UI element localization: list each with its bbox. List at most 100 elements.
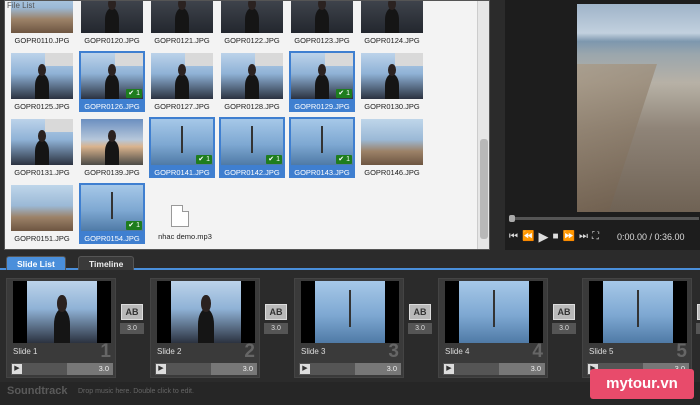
play-icon[interactable]: ▶ [538, 230, 548, 243]
file-item[interactable]: GOPR0128.JPG [219, 51, 285, 113]
file-item[interactable]: ✔ 1 GOPR0143.JPG [289, 117, 355, 179]
file-item[interactable]: ✔ 1 GOPR0154.JPG [79, 183, 145, 245]
file-item[interactable]: GOPR0139.JPG [79, 117, 145, 179]
file-thumbnail [221, 1, 283, 33]
transition-icon[interactable]: AB [265, 304, 287, 320]
file-thumbnail-frame [289, 1, 355, 35]
file-item[interactable]: GOPR0120.JPG [79, 1, 145, 47]
file-item[interactable]: GOPR0125.JPG [9, 51, 75, 113]
file-name: GOPR0124.JPG [364, 36, 420, 45]
soundtrack-hint: Drop music here. Double click to edit. [78, 388, 194, 395]
slide-duration[interactable]: 3.0 [211, 363, 257, 375]
file-thumbnail [361, 119, 423, 165]
file-thumbnail [11, 119, 73, 165]
slide-play-icon[interactable]: ▶ [12, 364, 22, 374]
playback-progress-knob[interactable] [509, 215, 515, 222]
slide-card[interactable]: Slide 3 3 ▶ 3.0 [294, 278, 404, 378]
file-thumbnail-frame [9, 183, 75, 233]
file-thumbnail [151, 1, 213, 33]
file-name: GOPR0123.JPG [294, 36, 350, 45]
slide-card[interactable]: Slide 1 1 ▶ 3.0 [6, 278, 116, 378]
file-item[interactable]: ✔ 1 GOPR0126.JPG [79, 51, 145, 113]
check-icon: ✔ 1 [126, 221, 142, 230]
file-name: GOPR0154.JPG [79, 233, 145, 244]
slide-number: 5 [676, 341, 687, 362]
slide-duration[interactable]: 3.0 [499, 363, 545, 375]
file-item[interactable]: GOPR0151.JPG [9, 183, 75, 245]
tab-timeline[interactable]: Timeline [78, 256, 135, 270]
file-name: GOPR0139.JPG [84, 168, 140, 177]
transition-button[interactable]: AB3.0 [696, 304, 700, 336]
file-thumbnail-frame [149, 183, 215, 233]
file-list-panel: GOPR0110.JPG GOPR0120.JPG GOPR0121.JPG GOPR… [4, 0, 490, 250]
file-name: GOPR0143.JPG [289, 167, 355, 178]
file-thumbnail [11, 53, 73, 99]
file-item[interactable]: GOPR0127.JPG [149, 51, 215, 113]
file-list-scrollbar-thumb[interactable] [480, 139, 488, 239]
slide-title: Slide 1 [13, 347, 38, 356]
file-thumbnail-frame [9, 51, 75, 101]
file-thumbnail-frame [359, 117, 425, 167]
skip-forward-icon[interactable]: ⏭ [579, 232, 588, 242]
rewind-icon[interactable]: ⏪ [522, 232, 534, 242]
preview-panel: ⏮ ⏪ ▶ ■ ⏩ ⏭ ⛶ 0:00.00 / 0:36.00 [505, 0, 700, 250]
transition-button[interactable]: AB 3.0 [552, 304, 576, 336]
slide-duration[interactable]: 3.0 [67, 363, 113, 375]
skip-back-icon[interactable]: ⏮ [509, 232, 518, 242]
transition-icon[interactable]: AB [121, 304, 143, 320]
slide-thumbnail [445, 281, 543, 343]
file-item[interactable]: GOPR0131.JPG [9, 117, 75, 179]
transition-duration[interactable]: 3.0 [552, 323, 576, 334]
file-item-audio[interactable]: nhac demo.mp3 [149, 183, 215, 245]
slide-play-icon[interactable]: ▶ [444, 364, 454, 374]
transition-button[interactable]: AB 3.0 [408, 304, 432, 336]
slide-duration[interactable]: 3.0 [355, 363, 401, 375]
file-item[interactable]: ✔ 1 GOPR0141.JPG [149, 117, 215, 179]
file-name: GOPR0122.JPG [224, 36, 280, 45]
slide-controls: ▶ 3.0 [299, 363, 401, 375]
file-item[interactable]: GOPR0146.JPG [359, 117, 425, 179]
transition-duration[interactable]: 3.0 [120, 323, 144, 334]
tab-slide-list[interactable]: Slide List [6, 256, 66, 270]
transition-duration[interactable]: 3.0 [264, 323, 288, 334]
file-name: GOPR0120.JPG [84, 36, 140, 45]
file-thumbnail-frame: ✔ 1 [289, 51, 355, 101]
playback-progress-track[interactable] [509, 215, 699, 222]
file-item[interactable]: GOPR0121.JPG [149, 1, 215, 47]
slide-number: 2 [244, 341, 255, 362]
slide-number: 1 [100, 341, 111, 362]
transition-button[interactable]: AB 3.0 [120, 304, 144, 336]
file-item[interactable]: GOPR0130.JPG [359, 51, 425, 113]
transition-button[interactable]: AB 3.0 [264, 304, 288, 336]
transition-icon[interactable]: AB [553, 304, 575, 320]
file-list-scrollbar[interactable] [477, 1, 489, 249]
slide-card[interactable]: Slide 55▶3.0 [582, 278, 692, 378]
slide-play-icon[interactable]: ▶ [156, 364, 166, 374]
file-item[interactable]: GOPR0123.JPG [289, 1, 355, 47]
file-item[interactable]: ✔ 1 GOPR0142.JPG [219, 117, 285, 179]
slide-title: Slide 4 [445, 347, 470, 356]
transition-duration[interactable]: 3.0 [696, 323, 700, 334]
file-thumbnail-frame: ✔ 1 [289, 117, 355, 167]
slide-thumbnail [301, 281, 399, 343]
file-name: GOPR0141.JPG [149, 167, 215, 178]
file-item[interactable]: GOPR0122.JPG [219, 1, 285, 47]
stop-icon[interactable]: ■ [552, 232, 558, 242]
file-thumbnail-frame [359, 51, 425, 101]
fast-forward-icon[interactable]: ⏩ [563, 232, 575, 242]
file-thumbnail [221, 53, 283, 99]
transition-icon[interactable]: AB [409, 304, 431, 320]
slide-play-icon[interactable]: ▶ [300, 364, 310, 374]
file-thumbnail [11, 185, 73, 231]
file-thumbnail-frame [79, 117, 145, 167]
slide-card[interactable]: Slide 2 2 ▶ 3.0 [150, 278, 260, 378]
file-name: GOPR0151.JPG [14, 234, 70, 243]
file-item[interactable]: GOPR0124.JPG [359, 1, 425, 47]
file-item[interactable]: ✔ 1 GOPR0129.JPG [289, 51, 355, 113]
file-name: GOPR0110.JPG [14, 36, 70, 45]
file-name: GOPR0129.JPG [289, 101, 355, 112]
slide-card[interactable]: Slide 4 4 ▶ 3.0 [438, 278, 548, 378]
transition-duration[interactable]: 3.0 [408, 323, 432, 334]
file-thumbnail [151, 53, 213, 99]
fullscreen-icon[interactable]: ⛶ [592, 232, 599, 242]
